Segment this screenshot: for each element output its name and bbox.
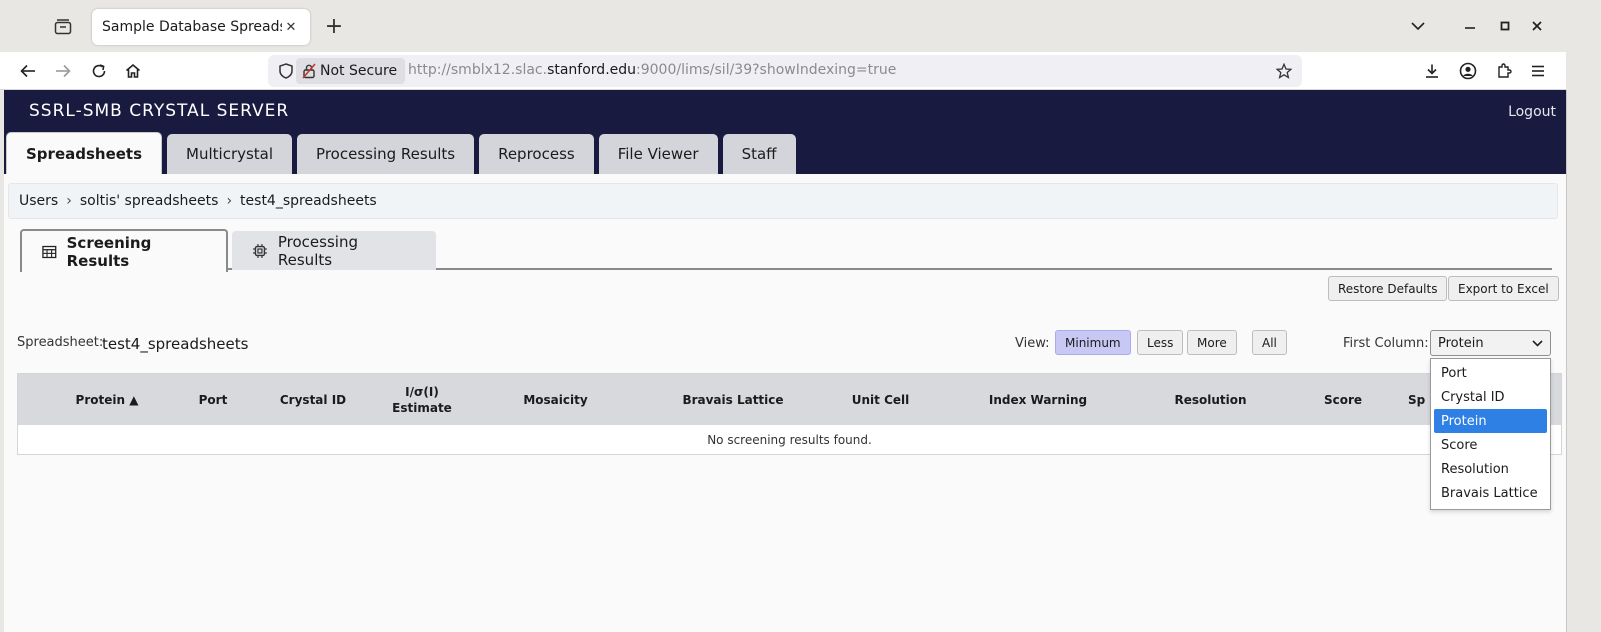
breadcrumb: Users › soltis' spreadsheets › test4_spr… [8, 183, 1558, 219]
tab-screening-results[interactable]: Screening Results [20, 229, 228, 272]
logout-link[interactable]: Logout [1508, 104, 1556, 120]
first-column-select[interactable]: Protein [1430, 330, 1551, 356]
breadcrumb-user-spreadsheets[interactable]: soltis' spreadsheets [80, 193, 219, 209]
browser-nav-bar: Not Secure http://smblx12.slac.stanford.… [0, 52, 1566, 90]
empty-table-message: No screening results found. [707, 433, 872, 447]
view-more-button[interactable]: More [1187, 330, 1237, 355]
table-icon [42, 245, 57, 258]
browser-tab-bar: Sample Database Spreadsheet ✕ + [0, 0, 1566, 52]
cpu-chip-icon [252, 243, 267, 258]
spreadsheet-label: Spreadsheet: [17, 335, 104, 350]
dropdown-option-protein[interactable]: Protein [1434, 409, 1547, 433]
tab-file-viewer[interactable]: File Viewer [598, 134, 718, 174]
tab-overview-icon[interactable] [52, 16, 74, 38]
tab-processing-results-sub[interactable]: Processing Results [232, 231, 436, 270]
dropdown-option-port[interactable]: Port [1434, 361, 1547, 385]
column-header-unit-cell[interactable]: Unit Cell [828, 374, 933, 425]
address-bar[interactable]: Not Secure http://smblx12.slac.stanford.… [268, 55, 1302, 87]
column-header-index-warning[interactable]: Index Warning [968, 374, 1108, 425]
app-brand: SSRL-SMB CRYSTAL SERVER [29, 101, 290, 121]
close-tab-icon[interactable]: ✕ [282, 20, 300, 35]
account-icon[interactable] [1454, 57, 1482, 85]
url-prefix: http://smblx12.slac. [408, 62, 548, 78]
first-column-dropdown: Port Crystal ID Protein Score Resolution… [1430, 358, 1551, 510]
column-header-protein[interactable]: Protein ▲ [41, 374, 173, 425]
column-header-isigma[interactable]: I/σ(I) Estimate [388, 374, 456, 425]
column-header-port[interactable]: Port [173, 374, 253, 425]
column-header-resolution[interactable]: Resolution [1148, 374, 1273, 425]
tab-multicrystal[interactable]: Multicrystal [167, 134, 293, 174]
list-all-tabs-icon[interactable] [1404, 14, 1432, 38]
new-tab-button[interactable]: + [320, 13, 348, 41]
url-host: stanford.edu [547, 62, 637, 78]
page-content: SSRL-SMB CRYSTAL SERVER Logout Spreadshe… [4, 90, 1566, 632]
menu-hamburger-icon[interactable] [1524, 57, 1552, 85]
home-icon[interactable] [119, 57, 147, 85]
url-suffix: :9000/lims/sil/39?showIndexing=true [636, 62, 897, 78]
url-text[interactable]: http://smblx12.slac.stanford.edu:9000/li… [408, 62, 896, 78]
breadcrumb-separator: › [66, 193, 72, 209]
column-header-score[interactable]: Score [1288, 374, 1398, 425]
forward-arrow-icon[interactable] [49, 57, 77, 85]
screening-results-table: Protein ▲ Port Crystal ID I/σ(I) Estimat… [17, 373, 1562, 455]
tab-screening-results-label: Screening Results [66, 233, 152, 270]
bookmark-star-icon[interactable] [1274, 61, 1294, 81]
view-label: View: [1015, 336, 1050, 351]
results-tabs: Screening Results Processing Results [20, 229, 1552, 272]
reload-icon[interactable] [85, 57, 113, 85]
column-header-crystal-id[interactable]: Crystal ID [253, 374, 373, 425]
downloads-icon[interactable] [1418, 57, 1446, 85]
dropdown-option-score[interactable]: Score [1434, 433, 1547, 457]
view-less-button[interactable]: Less [1137, 330, 1184, 355]
main-tabs: Spreadsheets Multicrystal Processing Res… [6, 132, 796, 174]
maximize-icon[interactable] [1491, 14, 1519, 38]
window-right-edge [1566, 0, 1601, 632]
table-header: Protein ▲ Port Crystal ID I/σ(I) Estimat… [18, 374, 1561, 425]
dropdown-option-bravais-lattice[interactable]: Bravais Lattice [1434, 481, 1547, 505]
close-window-icon[interactable] [1523, 14, 1551, 38]
view-minimum-button[interactable]: Minimum [1055, 330, 1131, 355]
breadcrumb-current: test4_spreadsheets [240, 193, 377, 209]
tab-processing-results-label: Processing Results [277, 232, 358, 269]
chevron-down-icon [1532, 339, 1543, 347]
tracking-shield-icon[interactable] [276, 61, 296, 81]
tab-processing-results[interactable]: Processing Results [297, 134, 475, 174]
back-arrow-icon[interactable] [14, 57, 42, 85]
insecure-lock-icon [302, 63, 316, 79]
column-header-bravais-lattice[interactable]: Bravais Lattice [648, 374, 818, 425]
browser-tab[interactable]: Sample Database Spreadsheet ✕ [92, 9, 310, 45]
browser-tab-title: Sample Database Spreadsheet [102, 19, 282, 35]
dropdown-option-crystal-id[interactable]: Crystal ID [1434, 385, 1547, 409]
tab-spreadsheets[interactable]: Spreadsheets [6, 132, 163, 174]
tab-staff[interactable]: Staff [722, 134, 796, 174]
minimize-icon[interactable] [1456, 14, 1484, 38]
first-column-label: First Column: [1343, 336, 1429, 351]
app-header: SSRL-SMB CRYSTAL SERVER Logout Spreadshe… [4, 90, 1566, 174]
extensions-icon[interactable] [1490, 57, 1518, 85]
first-column-value: Protein [1438, 335, 1484, 351]
dropdown-option-resolution[interactable]: Resolution [1434, 457, 1547, 481]
restore-defaults-button[interactable]: Restore Defaults [1328, 276, 1448, 301]
spreadsheet-name: test4_spreadsheets [102, 335, 249, 353]
column-header-mosaicity[interactable]: Mosaicity [488, 374, 623, 425]
export-excel-button[interactable]: Export to Excel [1448, 276, 1559, 301]
tab-reprocess[interactable]: Reprocess [479, 134, 594, 174]
breadcrumb-users[interactable]: Users [19, 193, 58, 209]
breadcrumb-separator: › [226, 193, 233, 209]
view-all-button[interactable]: All [1252, 330, 1287, 355]
not-secure-label: Not Secure [320, 63, 398, 79]
site-security-indicator[interactable]: Not Secure [296, 58, 406, 84]
